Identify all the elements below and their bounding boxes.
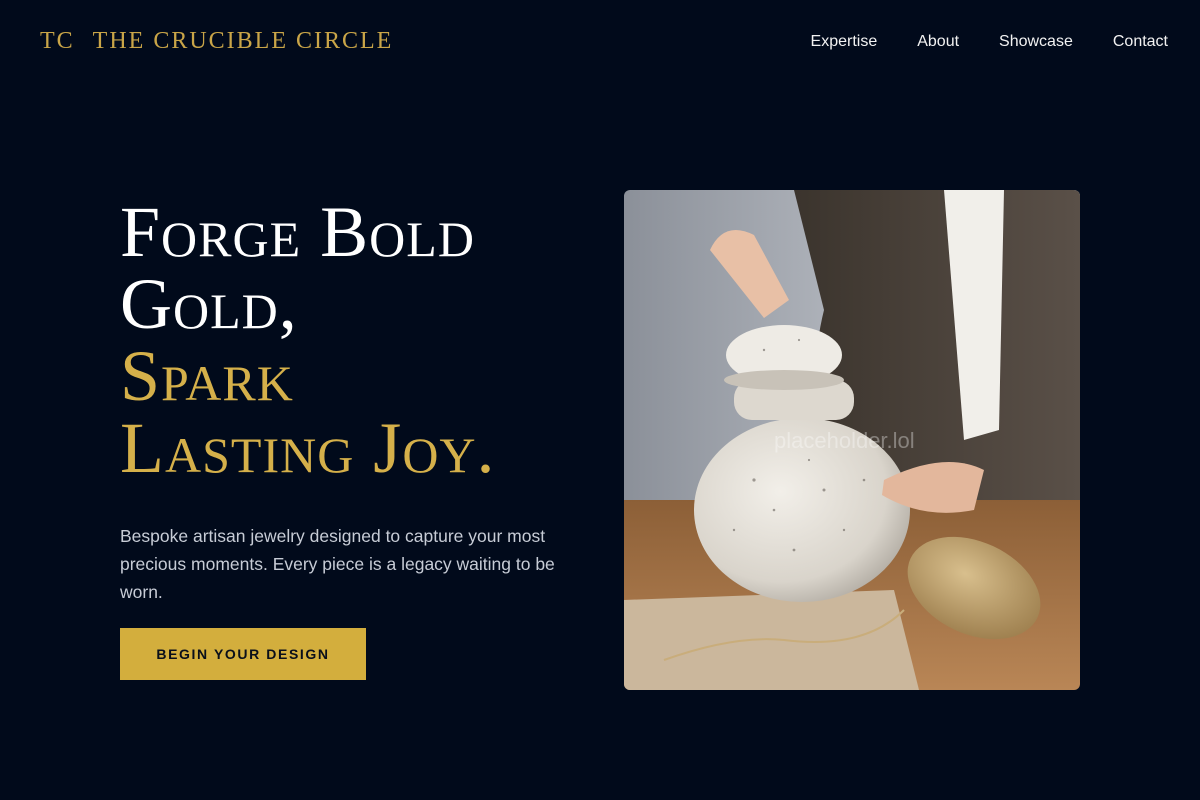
headline-line-4: Lasting Joy. xyxy=(120,408,496,488)
headline-line-1: Forge Bold xyxy=(120,192,475,272)
site-header: TC THE CRUCIBLE CIRCLE Expertise About S… xyxy=(0,0,1200,86)
nav-item-about[interactable]: About xyxy=(917,33,959,51)
begin-design-button[interactable]: BEGIN YOUR DESIGN xyxy=(120,628,366,680)
brand-name: THE CRUCIBLE CIRCLE xyxy=(92,28,394,54)
headline-line-3: Spark xyxy=(120,336,294,416)
nav-item-expertise[interactable]: Expertise xyxy=(811,33,878,51)
image-watermark: placeholder.lol xyxy=(774,428,915,453)
hero-subtitle: Bespoke artisan jewelry designed to capt… xyxy=(120,526,555,602)
nav-item-contact[interactable]: Contact xyxy=(1113,33,1168,51)
headline-line-2: Gold, xyxy=(120,264,298,344)
hero-text: Forge Bold Gold, Spark Lasting Joy. Besp… xyxy=(120,196,590,606)
brand-logo[interactable]: TC THE CRUCIBLE CIRCLE xyxy=(40,28,393,55)
hero-headline: Forge Bold Gold, Spark Lasting Joy. xyxy=(120,196,590,484)
brand-monogram: TC xyxy=(40,28,75,54)
hero-image: placeholder.lol xyxy=(624,190,1080,690)
nav-item-showcase[interactable]: Showcase xyxy=(999,33,1073,51)
main-nav: Expertise About Showcase Contact xyxy=(811,33,1168,51)
